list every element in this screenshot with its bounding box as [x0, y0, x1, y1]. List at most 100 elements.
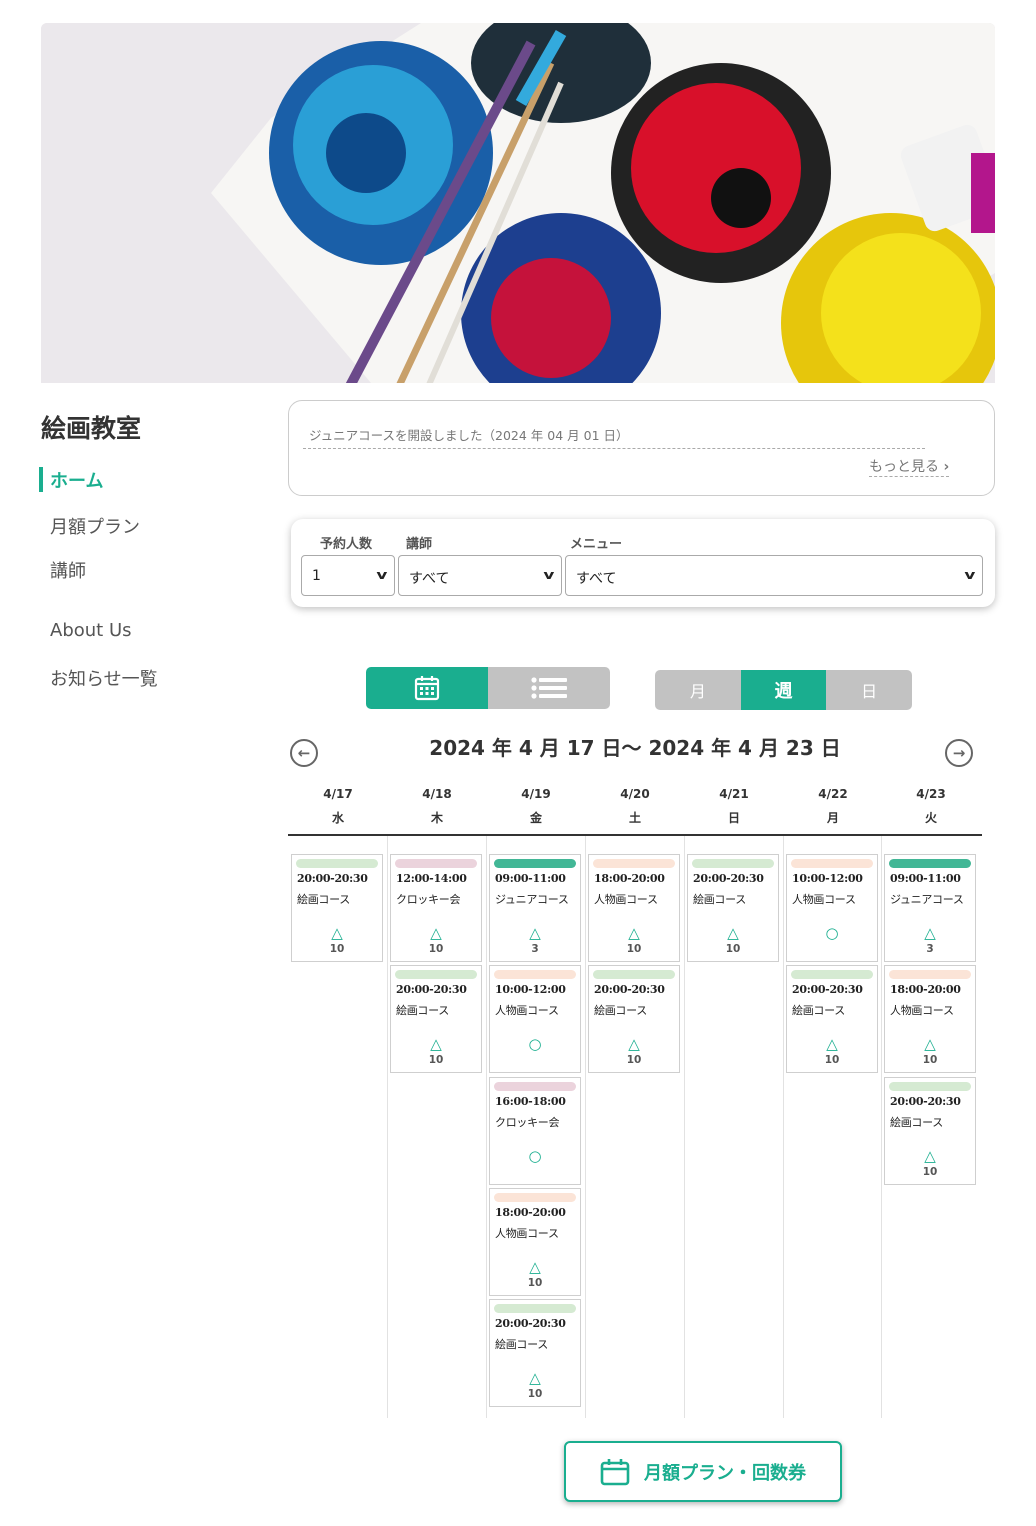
- day-header: 4/19 金: [487, 782, 585, 830]
- column-divider: [783, 836, 784, 1418]
- lesson-slot[interactable]: 18:00-20:00 人物画コース △ 10: [588, 854, 680, 962]
- day-date: 4/23: [916, 787, 946, 801]
- nav-news-list[interactable]: お知らせ一覧: [50, 665, 158, 691]
- column-divider: [387, 836, 388, 1418]
- lesson-time: 10:00-12:00: [792, 872, 863, 885]
- nav-home[interactable]: ホーム: [50, 467, 103, 493]
- lesson-slot[interactable]: 18:00-20:00 人物画コース △ 10: [489, 1188, 581, 1296]
- course-color-bar: [494, 859, 576, 868]
- course-color-bar: [593, 859, 675, 868]
- nav-about[interactable]: About Us: [50, 620, 132, 641]
- availability-mark: △: [529, 1258, 541, 1276]
- range-month-button[interactable]: 月: [655, 670, 741, 710]
- lesson-slot[interactable]: 16:00-18:00 クロッキー会 ○: [489, 1077, 581, 1185]
- chevron-down-icon: v: [964, 568, 976, 582]
- instructor-select[interactable]: すべて v: [398, 555, 562, 596]
- chevron-down-icon: v: [376, 568, 388, 582]
- lesson-slot[interactable]: 09:00-11:00 ジュニアコース △ 3: [489, 854, 581, 962]
- course-name: 人物画コース: [890, 1004, 954, 1017]
- lesson-time: 18:00-20:00: [594, 872, 665, 885]
- lesson-slot[interactable]: 09:00-11:00 ジュニアコース △ 3: [884, 854, 976, 962]
- course-name: 絵画コース: [792, 1004, 845, 1017]
- instructor-label: 講師: [406, 537, 433, 552]
- day-date: 4/19: [521, 787, 551, 801]
- more-link-label: もっと見る: [869, 459, 939, 475]
- day-of-week: 火: [924, 811, 937, 825]
- course-color-bar: [395, 859, 477, 868]
- monthly-plan-button-label: 月額プラン・回数券: [644, 1462, 806, 1484]
- lesson-slot[interactable]: 20:00-20:30 絵画コース △ 10: [390, 965, 482, 1073]
- header-divider: [288, 834, 982, 836]
- lesson-slot[interactable]: 18:00-20:00 人物画コース △ 10: [884, 965, 976, 1073]
- lesson-time: 09:00-11:00: [495, 872, 566, 885]
- lesson-slot[interactable]: 20:00-20:30 絵画コース △ 10: [884, 1077, 976, 1185]
- availability-mark: △: [924, 1147, 936, 1165]
- day-of-week: 月: [826, 811, 839, 825]
- day-date: 4/21: [719, 787, 749, 801]
- lesson-slot[interactable]: 20:00-20:30 絵画コース △ 10: [588, 965, 680, 1073]
- course-color-bar: [791, 859, 873, 868]
- day-of-week: 木: [430, 811, 443, 825]
- calendar-icon: [600, 1458, 630, 1485]
- nav-instructor[interactable]: 講師: [50, 557, 86, 583]
- availability-mark: △: [727, 924, 739, 942]
- availability-mark: △: [924, 924, 936, 942]
- week-title: 2024 年 4 月 17 日〜 2024 年 4 月 23 日: [429, 736, 841, 760]
- course-color-bar: [494, 1304, 576, 1313]
- lesson-slot[interactable]: 20:00-20:30 絵画コース △ 10: [489, 1299, 581, 1407]
- remaining-count: 10: [824, 1054, 840, 1066]
- lesson-time: 10:00-12:00: [495, 983, 566, 996]
- remaining-count: 10: [329, 943, 345, 955]
- arrow-right-circle-icon[interactable]: →: [945, 739, 973, 767]
- news-item[interactable]: ジュニアコースを開設しました（2024 年 04 月 01 日）: [303, 423, 925, 449]
- people-value: 1: [312, 568, 321, 584]
- lesson-slot[interactable]: 20:00-20:30 絵画コース △ 10: [291, 854, 383, 962]
- lesson-time: 09:00-11:00: [890, 872, 961, 885]
- list-view-button[interactable]: [488, 667, 610, 709]
- availability-mark: △: [628, 1035, 640, 1053]
- menu-select[interactable]: すべて v: [565, 555, 983, 596]
- view-toggle: [366, 667, 610, 709]
- lesson-time: 16:00-18:00: [495, 1095, 566, 1108]
- course-name: ジュニアコース: [495, 893, 569, 906]
- hero-image: [41, 23, 995, 383]
- lesson-slot[interactable]: 10:00-12:00 人物画コース ○: [489, 965, 581, 1073]
- remaining-count: 10: [626, 1054, 642, 1066]
- course-name: 人物画コース: [495, 1004, 559, 1017]
- availability-mark: △: [430, 924, 442, 942]
- lesson-time: 20:00-20:30: [297, 872, 368, 885]
- active-indicator: [39, 467, 43, 492]
- lesson-slot[interactable]: 12:00-14:00 クロッキー会 △ 10: [390, 854, 482, 962]
- course-color-bar: [889, 970, 971, 979]
- people-select[interactable]: 1 v: [301, 555, 395, 596]
- availability-mark: ○: [528, 1147, 542, 1165]
- column-divider: [585, 836, 586, 1418]
- availability-mark: △: [826, 1035, 838, 1053]
- lesson-time: 18:00-20:00: [495, 1206, 566, 1219]
- course-color-bar: [395, 970, 477, 979]
- day-header: 4/21 日: [685, 782, 783, 830]
- range-week-button[interactable]: 週: [740, 670, 827, 710]
- instructor-value: すべて: [409, 571, 450, 587]
- lesson-slot[interactable]: 20:00-20:30 絵画コース △ 10: [786, 965, 878, 1073]
- nav-monthly-plan[interactable]: 月額プラン: [50, 513, 140, 539]
- remaining-count: 3: [531, 943, 539, 955]
- calendar-view-button[interactable]: [366, 667, 488, 709]
- course-name: 絵画コース: [396, 1004, 449, 1017]
- more-link[interactable]: もっと見る ›: [869, 456, 950, 477]
- availability-mark: △: [628, 924, 640, 942]
- calendar-icon: [414, 676, 440, 701]
- lesson-slot[interactable]: 20:00-20:30 絵画コース △ 10: [687, 854, 779, 962]
- availability-mark: △: [529, 1369, 541, 1387]
- range-toggle: 月 週 日: [655, 670, 912, 710]
- column-divider: [684, 836, 685, 1418]
- day-date: 4/20: [620, 787, 650, 801]
- availability-mark: △: [331, 924, 343, 942]
- course-color-bar: [692, 859, 774, 868]
- monthly-plan-button[interactable]: 月額プラン・回数券: [564, 1441, 842, 1502]
- range-day-button[interactable]: 日: [826, 670, 912, 710]
- remaining-count: 10: [922, 1054, 938, 1066]
- lesson-slot[interactable]: 10:00-12:00 人物画コース ○: [786, 854, 878, 962]
- course-name: 人物画コース: [792, 893, 856, 906]
- column-divider: [881, 836, 882, 1418]
